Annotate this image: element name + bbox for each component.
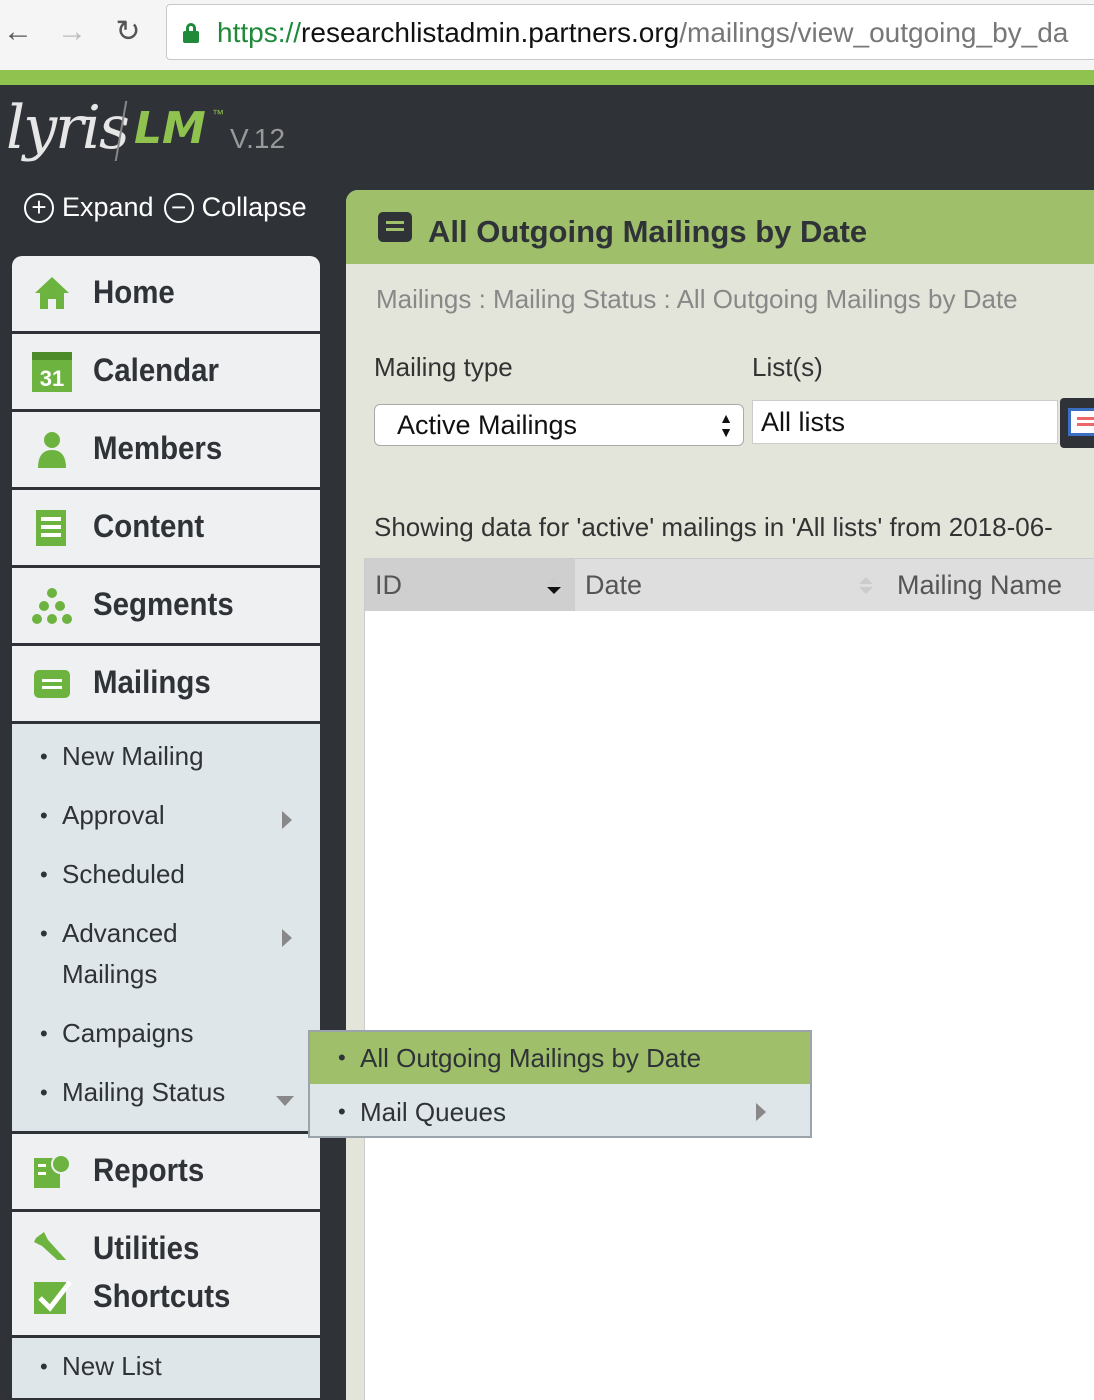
breadcrumb: Mailings : Mailing Status : All Outgoing… <box>376 284 1018 314</box>
expand-button[interactable]: Expand <box>62 192 154 223</box>
list-picker-icon <box>1068 408 1094 436</box>
page-title: All Outgoing Mailings by Date <box>428 214 868 249</box>
lists-label: List(s) <box>752 352 823 382</box>
submenu-advanced-mailings[interactable]: • Advanced Mailings <box>12 905 320 1005</box>
nav-item-content[interactable]: Content <box>12 490 320 568</box>
nav-item-reports[interactable]: Reports <box>12 1134 320 1212</box>
mailing-type-select[interactable]: Active Mailings ▲ ▼ <box>374 404 744 446</box>
mailings-table: ID Date Mailing Name <box>364 558 1094 1400</box>
flyout-mail-queues[interactable]: • Mail Queues <box>310 1086 810 1138</box>
document-icon <box>36 510 66 546</box>
app-header: lyris LM ™ V.12 <box>0 85 1094 185</box>
data-summary: Showing data for 'active' mailings in 'A… <box>374 512 1053 542</box>
logo-trademark: ™ <box>212 107 224 121</box>
expand-icon[interactable]: + <box>24 192 54 223</box>
panel-header: All Outgoing Mailings by Date <box>346 190 1094 264</box>
checkmark-icon <box>34 1280 72 1314</box>
chevron-right-icon <box>282 811 292 829</box>
sidebar-nav: Home 31 Calendar Members Content Segment… <box>12 256 320 1290</box>
segments-icon <box>32 588 72 624</box>
version-label: V.12 <box>230 123 286 154</box>
accent-bar <box>0 70 1094 85</box>
chevron-right-icon <box>756 1103 766 1121</box>
nav-item-members[interactable]: Members <box>12 412 320 490</box>
svg-text:31: 31 <box>40 366 64 391</box>
user-icon <box>38 432 66 468</box>
flyout-all-outgoing[interactable]: • All Outgoing Mailings by Date <box>310 1032 810 1084</box>
mailings-icon <box>378 212 412 242</box>
sort-icon <box>547 577 561 595</box>
collapse-button[interactable]: Collapse <box>202 192 307 223</box>
column-header-date[interactable]: Date <box>575 559 885 611</box>
shortcuts-list: • New List <box>12 1338 320 1398</box>
mailing-type-label: Mailing type <box>374 352 513 382</box>
address-bar[interactable]: https://researchlistadmin.partners.org/m… <box>166 4 1094 60</box>
reload-icon[interactable]: ↻ <box>110 14 146 50</box>
logo-wordmark: lyris <box>6 93 130 163</box>
chevron-right-icon <box>282 929 292 947</box>
list-picker-button[interactable] <box>1060 398 1094 448</box>
select-arrows-icon: ▲ ▼ <box>719 410 733 440</box>
calendar-icon: 31 <box>32 352 72 392</box>
expand-collapse-controls: + Expand − Collapse <box>24 192 317 223</box>
submenu-campaigns[interactable]: • Campaigns <box>12 1005 320 1064</box>
main-panel: All Outgoing Mailings by Date Mailings :… <box>346 190 1094 1400</box>
table-header: ID Date Mailing Name <box>365 559 1094 611</box>
nav-item-home[interactable]: Home <box>12 256 320 334</box>
lists-input[interactable]: All lists <box>752 400 1058 444</box>
shortcuts-header[interactable]: Shortcuts <box>12 1260 320 1338</box>
url-text: https://researchlistadmin.partners.org/m… <box>217 17 1069 48</box>
nav-item-calendar[interactable]: 31 Calendar <box>12 334 320 412</box>
column-header-mailing-name[interactable]: Mailing Name <box>887 559 1094 611</box>
submenu-approval[interactable]: • Approval <box>12 787 320 846</box>
browser-toolbar: ← → ↻ https://researchlistadmin.partners… <box>0 0 1094 70</box>
forward-icon[interactable]: → <box>54 14 90 50</box>
column-header-id[interactable]: ID <box>365 559 575 611</box>
submenu-new-mailing[interactable]: • New Mailing <box>12 728 320 787</box>
shortcuts-panel: Shortcuts • New List <box>12 1260 320 1398</box>
chevron-down-icon <box>276 1096 294 1106</box>
lock-icon <box>183 23 199 43</box>
shortcut-new-list[interactable]: • New List <box>12 1338 320 1397</box>
back-icon[interactable]: ← <box>0 14 36 50</box>
sort-icon <box>859 577 873 595</box>
mailings-icon <box>34 670 70 698</box>
collapse-icon[interactable]: − <box>163 192 194 223</box>
logo-product: LM <box>134 103 206 154</box>
home-icon <box>35 277 69 309</box>
mailing-status-flyout: • All Outgoing Mailings by Date • Mail Que… <box>308 1030 812 1138</box>
submenu-mailing-status[interactable]: • Mailing Status <box>12 1064 320 1123</box>
submenu-scheduled[interactable]: • Scheduled <box>12 846 320 905</box>
mailings-submenu: • New Mailing • Approval • Scheduled • Advan… <box>12 724 320 1134</box>
nav-item-segments[interactable]: Segments <box>12 568 320 646</box>
reports-icon <box>34 1154 71 1188</box>
nav-item-mailings[interactable]: Mailings <box>12 646 320 724</box>
